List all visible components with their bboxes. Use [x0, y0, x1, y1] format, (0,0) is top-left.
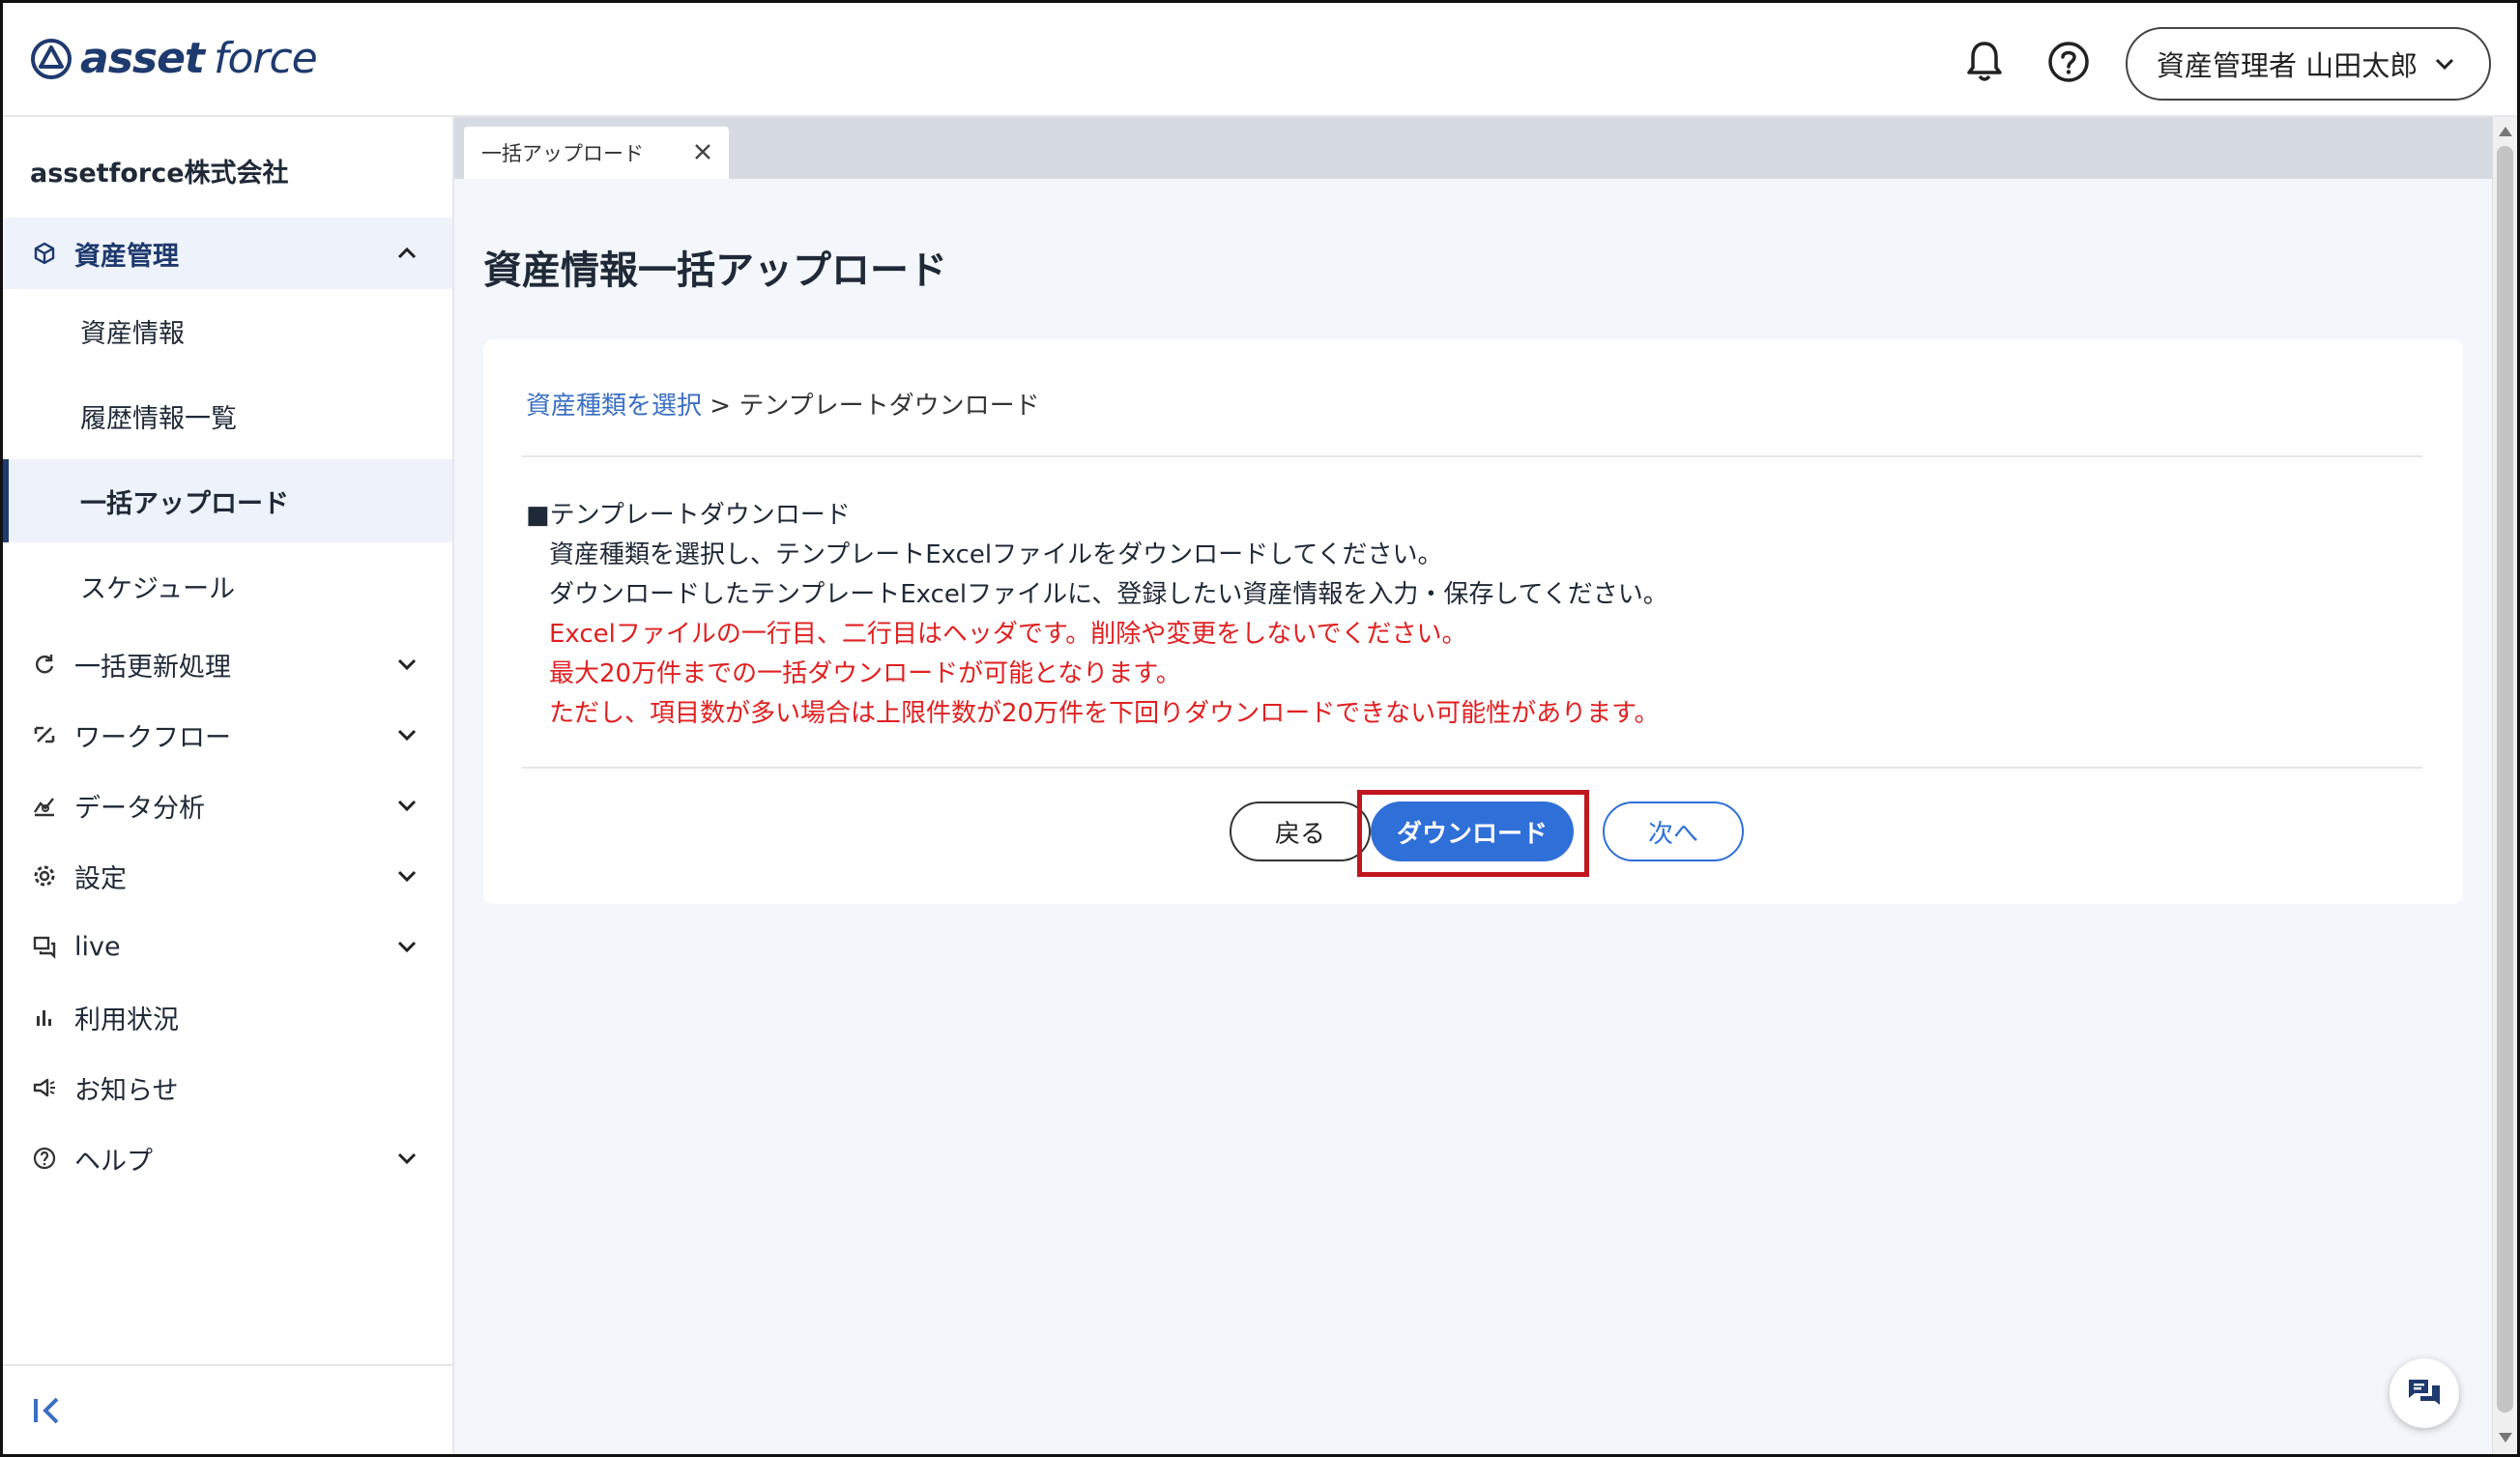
- warning-line: 最大20万件までの一括ダウンロードが可能となります。: [549, 659, 1181, 688]
- chat-button[interactable]: [2390, 1358, 2459, 1428]
- chat-icon: [2409, 1380, 2440, 1405]
- sidebar-item-label: 一括更新処理: [74, 652, 231, 683]
- breadcrumb-current: テンプレートダウンロード: [739, 392, 1040, 421]
- question-circle-icon[interactable]: [2046, 40, 2091, 84]
- sidebar-item-label: 資産管理: [74, 241, 179, 272]
- warning-line: Excelファイルの一行目、二行目はヘッダです。削除や変更をしないでください。: [549, 620, 1467, 649]
- instructions-block: ■テンプレートダウンロード 資産種類を選択し、テンプレートExcelファイルをダ…: [526, 496, 1668, 734]
- analytics-icon: [32, 793, 57, 818]
- megaphone-icon: [32, 1075, 57, 1100]
- page-title: 資産情報一括アップロード: [483, 248, 947, 293]
- top-header: asset force 資産管理者 山田太郎: [3, 3, 2517, 117]
- tab-label: 一括アップロード: [481, 142, 644, 165]
- chevron-down-icon: [2435, 58, 2454, 71]
- breadcrumb-separator: >: [702, 392, 739, 421]
- tab-bulk-upload[interactable]: 一括アップロード: [464, 127, 729, 179]
- sidebar-item-news[interactable]: お知らせ: [3, 1053, 452, 1122]
- scroll-thumb[interactable]: [2497, 146, 2513, 1413]
- section-heading: ■テンプレートダウンロード: [526, 501, 851, 530]
- chevron-up-icon[interactable]: [394, 241, 420, 266]
- sidebar-item-label: ワークフロー: [74, 722, 231, 753]
- chevron-down-icon: [397, 941, 417, 953]
- chevron-down-icon: [397, 658, 417, 671]
- user-name-label: 資産管理者 山田太郎: [2157, 49, 2419, 82]
- app-logo[interactable]: asset force: [30, 34, 318, 83]
- close-icon[interactable]: [692, 141, 713, 162]
- sidebar-item-live[interactable]: live: [3, 912, 452, 981]
- bell-icon[interactable]: [1963, 38, 2006, 84]
- back-button[interactable]: 戻る: [1230, 801, 1371, 861]
- user-menu-button[interactable]: 資産管理者 山田太郎: [2126, 27, 2491, 101]
- warning-line: ただし、項目数が多い場合は上限件数が20万件を下回りダウンロードできない可能性が…: [549, 699, 1660, 728]
- refresh-icon: [32, 652, 57, 677]
- company-name: assetforce株式会社: [30, 159, 289, 189]
- instruction-line: ダウンロードしたテンプレートExcelファイルに、登録したい資産情報を入力・保存…: [549, 580, 1668, 609]
- chevron-down-icon: [397, 729, 417, 742]
- workflow-icon: [32, 722, 57, 747]
- sidebar-item-label: ヘルプ: [74, 1146, 153, 1177]
- sidebar-item-settings[interactable]: 設定: [3, 840, 452, 912]
- sidebar-item-label: 設定: [74, 863, 127, 894]
- sidebar-item-bulk-update[interactable]: 一括更新処理: [3, 629, 452, 699]
- sidebar-subitem-history-list[interactable]: 履歴情報一覧: [3, 374, 452, 457]
- divider: [522, 455, 2422, 457]
- chevron-down-icon: [397, 870, 417, 883]
- assetforce-logo-icon: [31, 38, 72, 79]
- sidebar: assetforce株式会社 資産管理 資産情報 履歴情報一覧 一括アップロード…: [3, 117, 454, 1454]
- sidebar-item-usage[interactable]: 利用状況: [3, 981, 452, 1053]
- logo-text-force: force: [213, 34, 318, 83]
- main-content: 一括アップロード 資産情報一括アップロード 資産種類を選択 > テンプレートダウ…: [454, 117, 2492, 1454]
- breadcrumb: 資産種類を選択 > テンプレートダウンロード: [526, 386, 1040, 422]
- sidebar-item-label: 利用状況: [74, 1005, 179, 1035]
- sidebar-item-label: データ分析: [74, 793, 205, 824]
- sidebar-item-label: お知らせ: [74, 1075, 179, 1106]
- cube-icon: [32, 241, 57, 266]
- collapse-sidebar-icon[interactable]: [30, 1391, 69, 1430]
- question-circle-icon: [32, 1146, 57, 1171]
- divider: [522, 767, 2422, 769]
- breadcrumb-link-select-asset-type[interactable]: 資産種類を選択: [526, 392, 702, 421]
- tab-bar: 一括アップロード: [454, 117, 2492, 179]
- instruction-line: 資産種類を選択し、テンプレートExcelファイルをダウンロードしてください。: [549, 540, 1443, 569]
- content-card: 資産種類を選択 > テンプレートダウンロード ■テンプレートダウンロード 資産種…: [483, 339, 2463, 904]
- sidebar-divider: [3, 1364, 452, 1366]
- next-button[interactable]: 次へ: [1603, 801, 1744, 861]
- sidebar-subitem-schedule[interactable]: スケジュール: [3, 544, 452, 627]
- sidebar-group-asset-management[interactable]: 資産管理: [3, 218, 452, 289]
- bar-chart-icon: [32, 1005, 57, 1030]
- sidebar-subitem-bulk-upload[interactable]: 一括アップロード: [3, 459, 452, 542]
- logo-text-asset: asset: [80, 34, 205, 83]
- vertical-scrollbar[interactable]: [2492, 117, 2517, 1454]
- sidebar-subitem-asset-info[interactable]: 資産情報: [3, 289, 452, 372]
- chevron-down-icon: [397, 800, 417, 812]
- sidebar-item-label: live: [74, 931, 121, 962]
- sidebar-item-data-analysis[interactable]: データ分析: [3, 771, 452, 840]
- gear-icon: [32, 863, 57, 889]
- chevron-down-icon: [397, 1152, 417, 1165]
- download-button[interactable]: ダウンロード: [1371, 801, 1574, 861]
- scroll-up-arrow-icon[interactable]: [2499, 127, 2512, 136]
- sidebar-item-asset-management[interactable]: 資産管理: [3, 218, 452, 289]
- sidebar-item-help[interactable]: ヘルプ: [3, 1122, 452, 1194]
- chat-bubbles-icon: [32, 934, 57, 959]
- sidebar-item-workflow[interactable]: ワークフロー: [3, 699, 452, 771]
- scroll-down-arrow-icon[interactable]: [2499, 1433, 2512, 1442]
